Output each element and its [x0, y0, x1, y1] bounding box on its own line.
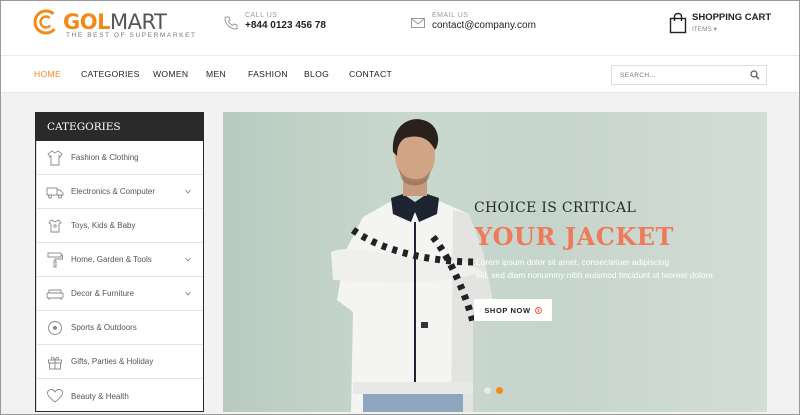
nav-contact[interactable]: CONTACT	[349, 69, 392, 79]
category-gifts-parties-holiday[interactable]: Gifts, Parties & Holiday	[37, 345, 203, 379]
slider-dots	[484, 387, 508, 394]
category-label: Fashion & Clothing	[71, 153, 139, 162]
email-label: EMAIL US	[432, 12, 469, 19]
search-input[interactable]	[612, 66, 746, 84]
categories-sidebar: CATEGORIES Fashion & Clothing Electronic…	[35, 112, 204, 412]
phone-label: CALL US	[245, 12, 278, 19]
slide-dot-2[interactable]	[496, 387, 503, 394]
nav-women[interactable]: WOMEN	[153, 69, 188, 79]
shop-now-label: SHOP NOW	[484, 305, 531, 315]
hero-banner: CHOICE IS CRITICAL YOUR JACKET Lorem ips…	[223, 112, 767, 412]
category-toys-kids-baby[interactable]: Toys, Kids & Baby	[37, 209, 203, 243]
paint-roller-icon	[47, 252, 63, 267]
gift-icon	[48, 356, 62, 369]
email-contact[interactable]: EMAIL US contact@company.com	[410, 12, 536, 31]
hero-description: Lorem ipsum dolor sit amet, consectetuer…	[476, 256, 746, 281]
category-home-garden-tools[interactable]: Home, Garden & Tools	[37, 243, 203, 277]
category-label: Electronics & Computer	[71, 187, 156, 196]
shop-now-button[interactable]: SHOP NOW	[474, 299, 552, 321]
tagline: THE BEST OF SUPERMARKET	[66, 32, 197, 39]
category-decor-furniture[interactable]: Decor & Furniture	[37, 277, 203, 311]
categories-title: CATEGORIES	[36, 113, 203, 141]
chevron-down-icon[interactable]	[185, 257, 191, 262]
sofa-icon	[46, 289, 64, 300]
shopping-bag-icon	[669, 12, 687, 34]
nav-categories[interactable]: CATEGORIES	[81, 69, 140, 79]
categories-list: Fashion & Clothing Electronics & Compute…	[36, 141, 203, 411]
category-electronics-computer[interactable]: Electronics & Computer	[37, 175, 203, 209]
slide-dot-1[interactable]	[484, 387, 491, 394]
email-address: contact@company.com	[432, 20, 536, 31]
soccer-ball-icon	[48, 320, 62, 335]
nav-blog[interactable]: BLOG	[304, 69, 329, 79]
phone-number: +844 0123 456 78	[245, 20, 326, 31]
category-label: Sports & Outdoors	[71, 323, 137, 332]
category-label: Home, Garden & Tools	[71, 255, 152, 264]
phone-icon	[224, 16, 238, 30]
arrow-circle-icon	[534, 306, 542, 314]
category-beauty-health[interactable]: Beauty & Health	[37, 379, 203, 411]
tshirt-icon	[48, 218, 62, 232]
hero-description-line2: elit, sed diam nonummy nibh euismod tinc…	[476, 269, 713, 280]
envelope-icon	[411, 18, 425, 28]
category-label: Beauty & Health	[71, 391, 129, 401]
shirt-icon	[47, 149, 63, 165]
truck-icon	[46, 187, 64, 198]
hero-subtitle: CHOICE IS CRITICAL	[474, 200, 637, 216]
category-label: Toys, Kids & Baby	[71, 221, 136, 230]
logo-text: GOLMART	[63, 10, 167, 34]
cart-items: ITEMS ▾	[692, 26, 717, 33]
search-box	[611, 65, 767, 85]
search-icon[interactable]	[750, 70, 760, 80]
top-header: GOLMART THE BEST OF SUPERMARKET CALL US …	[1, 1, 799, 55]
nav-men[interactable]: MEN	[206, 69, 226, 79]
hero-description-line1: Lorem ipsum dolor sit amet, consectetuer…	[476, 257, 670, 267]
nav-home[interactable]: HOME	[34, 69, 61, 79]
nav-fashion[interactable]: FASHION	[248, 69, 288, 79]
chevron-down-icon[interactable]	[185, 291, 191, 296]
category-fashion-clothing[interactable]: Fashion & Clothing	[37, 141, 203, 175]
category-label: Decor & Furniture	[71, 289, 135, 298]
category-label: Gifts, Parties & Holiday	[71, 357, 154, 366]
heart-icon	[47, 389, 63, 403]
phone-contact[interactable]: CALL US +844 0123 456 78	[223, 12, 326, 31]
shopping-cart[interactable]: SHOPPING CART ITEMS ▾	[669, 12, 771, 34]
category-sports-outdoors[interactable]: Sports & Outdoors	[37, 311, 203, 345]
chevron-down-icon[interactable]	[185, 189, 191, 194]
cart-title: SHOPPING CART	[692, 12, 772, 23]
main-nav: HOME CATEGORIES WOMEN MEN FASHION BLOG C…	[1, 55, 799, 93]
hero-title: YOUR JACKET	[475, 222, 674, 251]
logo-icon	[33, 9, 59, 35]
